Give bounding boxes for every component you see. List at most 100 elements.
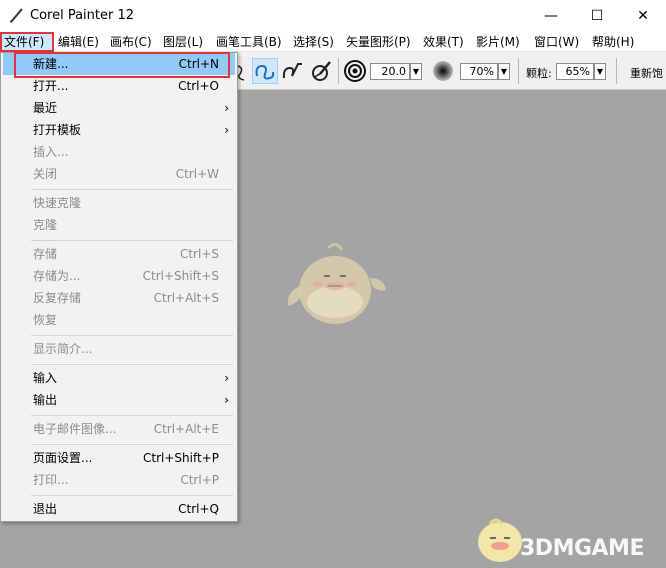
menu-item-label: 存储 bbox=[33, 247, 58, 261]
menu-item-label: 显示简介... bbox=[33, 342, 93, 356]
menu-item-shortcut: Ctrl+O bbox=[178, 79, 219, 93]
resaturation-label: 重新饱 bbox=[630, 67, 663, 80]
minimize-icon: — bbox=[544, 7, 558, 24]
menu-item-quick-clone[interactable]: 快速克隆 bbox=[3, 192, 235, 214]
menu-item-page-setup[interactable]: 页面设置... Ctrl+Shift+P bbox=[3, 447, 235, 469]
menu-item-label: 打开... bbox=[33, 79, 69, 93]
brush-ghost-icon[interactable] bbox=[308, 58, 334, 84]
menu-item-label: 输出 bbox=[33, 393, 58, 407]
grain-input[interactable]: 65% bbox=[556, 63, 594, 80]
submenu-arrow-icon: › bbox=[224, 123, 229, 137]
menu-separator bbox=[31, 240, 233, 241]
menu-window[interactable]: 窗口(W) bbox=[534, 33, 579, 51]
menu-item-label: 反复存储 bbox=[33, 291, 82, 305]
menu-item-save-as[interactable]: 存储为... Ctrl+Shift+S bbox=[3, 265, 235, 287]
menu-layers[interactable]: 图层(L) bbox=[163, 33, 203, 51]
menu-item-label: 插入... bbox=[33, 145, 69, 159]
menu-separator bbox=[31, 364, 233, 365]
menu-item-new[interactable]: 新建... Ctrl+N bbox=[3, 53, 235, 75]
menu-separator bbox=[31, 189, 233, 190]
close-button[interactable]: ✕ bbox=[620, 0, 666, 31]
menu-item-revert[interactable]: 恢复 bbox=[3, 309, 235, 331]
menu-item-label: 电子邮件图像... bbox=[33, 422, 117, 436]
menu-item-shortcut: Ctrl+P bbox=[180, 473, 219, 487]
menu-item-shortcut: Ctrl+W bbox=[175, 167, 219, 181]
menu-separator bbox=[31, 444, 233, 445]
menu-file[interactable]: 文件(F) bbox=[0, 33, 54, 51]
brush-size-icon bbox=[344, 60, 366, 82]
menu-item-exit[interactable]: 退出 Ctrl+Q bbox=[3, 498, 235, 520]
title-bar: Corel Painter 12 — ☐ ✕ bbox=[0, 0, 666, 31]
menu-item-shortcut: Ctrl+Shift+S bbox=[142, 269, 219, 283]
menu-item-save[interactable]: 存储 Ctrl+S bbox=[3, 243, 235, 265]
opacity-icon bbox=[433, 61, 453, 81]
brush-size-dropdown[interactable]: ▼ bbox=[410, 63, 422, 80]
freehand-stroke-icon[interactable] bbox=[252, 58, 278, 84]
maximize-icon: ☐ bbox=[590, 7, 604, 24]
menu-item-open[interactable]: 打开... Ctrl+O bbox=[3, 75, 235, 97]
menu-item-open-template[interactable]: 打开模板 › bbox=[3, 119, 235, 141]
submenu-arrow-icon: › bbox=[224, 371, 229, 385]
brush-size-input[interactable]: 20.0 bbox=[370, 63, 410, 80]
menu-item-import[interactable]: 输入 › bbox=[3, 367, 235, 389]
menu-help[interactable]: 帮助(H) bbox=[592, 33, 634, 51]
maximize-button[interactable]: ☐ bbox=[574, 0, 620, 31]
menu-item-label: 关闭 bbox=[33, 167, 58, 181]
menu-bar: 文件(F) 编辑(E) 画布(C) 图层(L) 画笔工具(B) 选择(S) 矢量… bbox=[0, 31, 666, 52]
opacity-dropdown[interactable]: ▼ bbox=[498, 63, 510, 80]
menu-item-label: 最近 bbox=[33, 101, 58, 115]
menu-item-iterative-save[interactable]: 反复存储 Ctrl+Alt+S bbox=[3, 287, 235, 309]
menu-item-recent[interactable]: 最近 › bbox=[3, 97, 235, 119]
menu-item-insert[interactable]: 插入... bbox=[3, 141, 235, 163]
menu-effects[interactable]: 效果(T) bbox=[423, 33, 464, 51]
minimize-button[interactable]: — bbox=[528, 0, 574, 31]
menu-select[interactable]: 选择(S) bbox=[293, 33, 334, 51]
menu-edit[interactable]: 编辑(E) bbox=[58, 33, 99, 51]
submenu-arrow-icon: › bbox=[224, 101, 229, 115]
menu-item-email-image[interactable]: 电子邮件图像... Ctrl+Alt+E bbox=[3, 418, 235, 440]
menu-separator bbox=[31, 335, 233, 336]
watermark-text: 3DMGAME bbox=[520, 536, 644, 561]
menu-item-label: 快速克隆 bbox=[33, 196, 82, 210]
file-menu-dropdown: 新建... Ctrl+N 打开... Ctrl+O 最近 › 打开模板 › 插入… bbox=[0, 52, 238, 522]
menu-item-shortcut: Ctrl+Q bbox=[178, 502, 219, 516]
opacity-input[interactable]: 70% bbox=[460, 63, 498, 80]
menu-separator bbox=[31, 495, 233, 496]
menu-item-export[interactable]: 输出 › bbox=[3, 389, 235, 411]
submenu-arrow-icon: › bbox=[224, 393, 229, 407]
menu-item-shortcut: Ctrl+N bbox=[178, 57, 219, 71]
menu-item-label: 退出 bbox=[33, 502, 58, 516]
menu-item-label: 新建... bbox=[33, 57, 69, 71]
menu-item-shortcut: Ctrl+Shift+P bbox=[143, 451, 219, 465]
menu-item-shortcut: Ctrl+Alt+E bbox=[153, 422, 219, 436]
menu-separator bbox=[31, 415, 233, 416]
menu-movie[interactable]: 影片(M) bbox=[476, 33, 520, 51]
menu-item-label: 克隆 bbox=[33, 218, 58, 232]
menu-item-shortcut: Ctrl+Alt+S bbox=[153, 291, 219, 305]
close-icon: ✕ bbox=[637, 7, 649, 24]
toolbar-separator bbox=[518, 58, 519, 84]
menu-item-label: 输入 bbox=[33, 371, 58, 385]
toolbar-separator bbox=[616, 58, 617, 84]
menu-canvas[interactable]: 画布(C) bbox=[110, 33, 152, 51]
menu-brush-tools[interactable]: 画笔工具(B) bbox=[216, 33, 282, 51]
menu-item-shortcut: Ctrl+S bbox=[179, 247, 219, 261]
grain-dropdown[interactable]: ▼ bbox=[594, 63, 606, 80]
property-bar: 20.0 ▼ 70% ▼ 颗粒: 65% ▼ 重新饱 bbox=[237, 52, 666, 90]
straight-line-stroke-icon[interactable] bbox=[280, 58, 306, 84]
menu-item-close[interactable]: 关闭 Ctrl+W bbox=[3, 163, 235, 185]
grain-label: 颗粒: bbox=[526, 67, 552, 80]
menu-item-clone[interactable]: 克隆 bbox=[3, 214, 235, 236]
mascot-image bbox=[287, 243, 386, 324]
menu-item-print[interactable]: 打印... Ctrl+P bbox=[3, 469, 235, 491]
menu-item-get-info[interactable]: 显示简介... bbox=[3, 338, 235, 360]
toolbar-separator bbox=[338, 58, 339, 84]
brush-icon bbox=[10, 8, 23, 23]
menu-vector-shapes[interactable]: 矢量图形(P) bbox=[346, 33, 411, 51]
menu-item-label: 打印... bbox=[33, 473, 69, 487]
menu-item-label: 页面设置... bbox=[33, 451, 93, 465]
menu-item-label: 打开模板 bbox=[33, 123, 82, 137]
menu-item-label: 存储为... bbox=[33, 269, 81, 283]
menu-item-label: 恢复 bbox=[33, 313, 58, 327]
window-title: Corel Painter 12 bbox=[30, 8, 135, 23]
